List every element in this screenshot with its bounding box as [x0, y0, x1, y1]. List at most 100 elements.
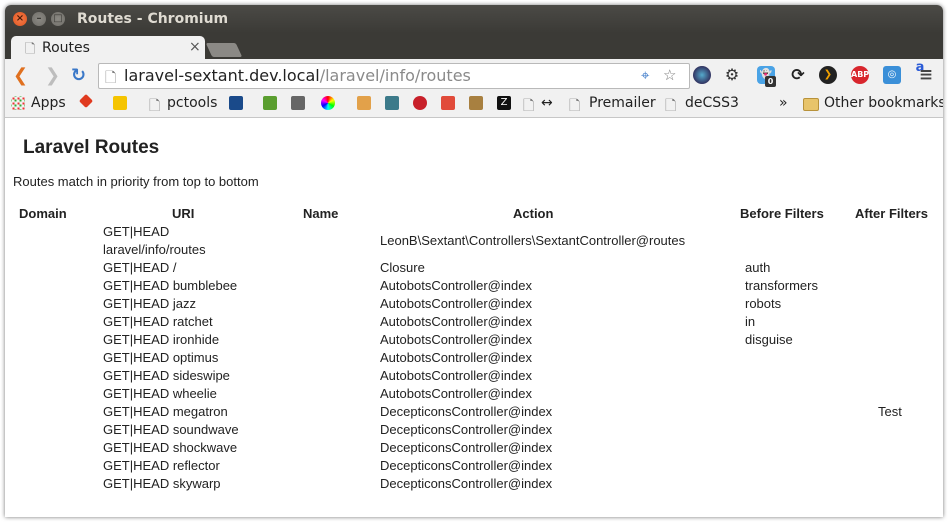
menu-icon[interactable]: ≡ [917, 66, 935, 84]
bookmark-star-icon[interactable]: ☆ [663, 66, 676, 84]
column-header-domain: Domain [19, 206, 67, 221]
route-action: DecepticonsController@index [380, 404, 553, 419]
route-action: AutobotsController@index [380, 314, 532, 329]
route-action: AutobotsController@index [380, 332, 532, 347]
route-uri: GET|HEAD reflector [103, 458, 220, 473]
route-uri: GET|HEAD shockwave [103, 440, 238, 455]
page-icon: 🗋 [665, 98, 677, 114]
window-title: Routes - Chromium [77, 11, 229, 27]
route-before-filter: auth [745, 260, 771, 275]
route-uri: GET|HEAD ratchet [103, 314, 213, 329]
bookmark-premailer[interactable]: Premailer [589, 95, 656, 111]
route-uri: GET|HEAD bumblebee [103, 278, 238, 293]
route-uri: GET|HEAD optimus [103, 350, 219, 365]
column-header-before-filters: Before Filters [740, 206, 824, 221]
recycle-icon[interactable] [263, 96, 277, 110]
route-uri-method: GET|HEAD [103, 224, 170, 239]
url-path: /laravel/info/routes [319, 66, 471, 85]
page-icon: 🗋 [523, 98, 535, 114]
route-after-filter: Test [878, 404, 902, 419]
extension-badge: 0 [765, 76, 776, 87]
route-action: Closure [380, 260, 425, 275]
route-action: AutobotsController@index [380, 368, 532, 383]
route-uri: GET|HEAD wheelie [103, 386, 217, 401]
route-uri: GET|HEAD skywarp [103, 476, 221, 491]
tab-close-icon[interactable]: × [189, 39, 201, 55]
page-icon: 🗋 [149, 98, 161, 114]
route-uri: GET|HEAD sideswipe [103, 368, 230, 383]
browser-window: × – □ Routes - Chromium 🗋 Routes × ❮ ❯ ↻… [5, 5, 943, 517]
route-action: DecepticonsController@index [380, 440, 553, 455]
reload-icon[interactable]: ↻ [71, 65, 86, 86]
column-header-action: Action [513, 206, 554, 221]
route-uri-path: laravel/info/routes [103, 242, 206, 257]
red-circle-icon[interactable] [413, 96, 427, 110]
toolbar: ❮ ❯ ↻ 🗋 laravel-sextant.dev.local/larave… [5, 59, 943, 92]
tab-title: Routes [42, 40, 90, 56]
page-action-icon[interactable]: ⌖ [641, 66, 649, 84]
color-picker-extension-icon[interactable] [693, 66, 711, 84]
route-uri: GET|HEAD / [103, 260, 177, 275]
red-square-icon[interactable] [441, 96, 455, 110]
window-maximize-button[interactable]: □ [51, 12, 65, 26]
route-before-filter: transformers [745, 278, 818, 293]
route-action: AutobotsController@index [380, 350, 532, 365]
route-uri: GET|HEAD jazz [103, 296, 196, 311]
apps-grid-icon [11, 96, 25, 110]
route-before-filter: disguise [745, 332, 793, 347]
route-action: AutobotsController@index [380, 296, 532, 311]
bookmarks-overflow-button[interactable]: » [779, 95, 788, 111]
bookmark-decss3[interactable]: deCSS3 [685, 95, 739, 111]
back-arrow-icon[interactable]: ❮ [13, 65, 28, 86]
route-action: DecepticonsController@index [380, 458, 553, 473]
title-bar: × – □ Routes - Chromium [5, 5, 943, 33]
window-minimize-button[interactable]: – [32, 12, 46, 26]
page-info-icon: 🗋 [105, 70, 117, 86]
screenshot-extension-icon[interactable]: ◎ [883, 66, 901, 84]
bookmark-pctools[interactable]: pctools [167, 95, 217, 111]
page-content: Laravel Routes Routes match in priority … [5, 118, 943, 517]
column-header-uri: URI [172, 206, 195, 221]
folder-icon[interactable] [469, 96, 483, 110]
gear-icon[interactable]: ⚙ [723, 66, 741, 84]
new-tab-button[interactable] [205, 43, 243, 57]
tab-routes[interactable]: 🗋 Routes × [11, 36, 205, 59]
route-uri: GET|HEAD ironhide [103, 332, 220, 347]
thumbs-up-icon[interactable] [357, 96, 371, 110]
signal-icon[interactable] [291, 96, 305, 110]
image-icon[interactable] [385, 96, 399, 110]
tag-icon[interactable] [78, 93, 94, 109]
address-url: laravel-sextant.dev.local/laravel/info/r… [124, 66, 471, 85]
page-title: Laravel Routes [23, 137, 160, 158]
robot-icon[interactable] [229, 96, 243, 110]
route-action: AutobotsController@index [380, 278, 532, 293]
page-subtitle: Routes match in priority from top to bot… [13, 174, 259, 189]
route-before-filter: in [745, 314, 756, 329]
bookmarks-bar: Apps 🗋 pctools Z 🗋 ↔ 🗋 Premailer 🗋 deCSS… [5, 92, 943, 118]
folder-icon [803, 98, 819, 111]
lock-icon[interactable] [113, 96, 127, 110]
sync-extension-icon[interactable]: ⟳ [789, 66, 807, 84]
route-uri: GET|HEAD soundwave [103, 422, 239, 437]
route-action: AutobotsController@index [380, 386, 532, 401]
adblock-extension-icon[interactable]: ABP [851, 66, 869, 84]
route-action: LeonB\Sextant\Controllers\SextantControl… [380, 233, 686, 248]
tab-strip: 🗋 Routes × [5, 33, 943, 59]
forward-extension-icon[interactable]: ❯ [819, 66, 837, 84]
z-icon[interactable]: Z [497, 96, 511, 110]
color-wheel-icon[interactable] [321, 96, 335, 110]
route-before-filter: robots [745, 296, 782, 311]
route-uri: GET|HEAD megatron [103, 404, 228, 419]
bookmark-apps[interactable]: Apps [31, 95, 66, 111]
page-icon: 🗋 [569, 98, 581, 114]
route-action: DecepticonsController@index [380, 422, 553, 437]
url-host: laravel-sextant.dev.local [124, 66, 320, 85]
address-bar[interactable]: 🗋 laravel-sextant.dev.local/laravel/info… [98, 63, 690, 89]
bookmark-arrows[interactable]: ↔ [541, 95, 553, 111]
column-header-after-filters: After Filters [855, 206, 928, 221]
column-header-name: Name [303, 206, 339, 221]
forward-arrow-icon[interactable]: ❯ [45, 65, 60, 86]
bookmark-other-bookmarks[interactable]: Other bookmarks [824, 95, 943, 111]
window-close-button[interactable]: × [13, 12, 27, 26]
route-action: DecepticonsController@index [380, 476, 553, 491]
